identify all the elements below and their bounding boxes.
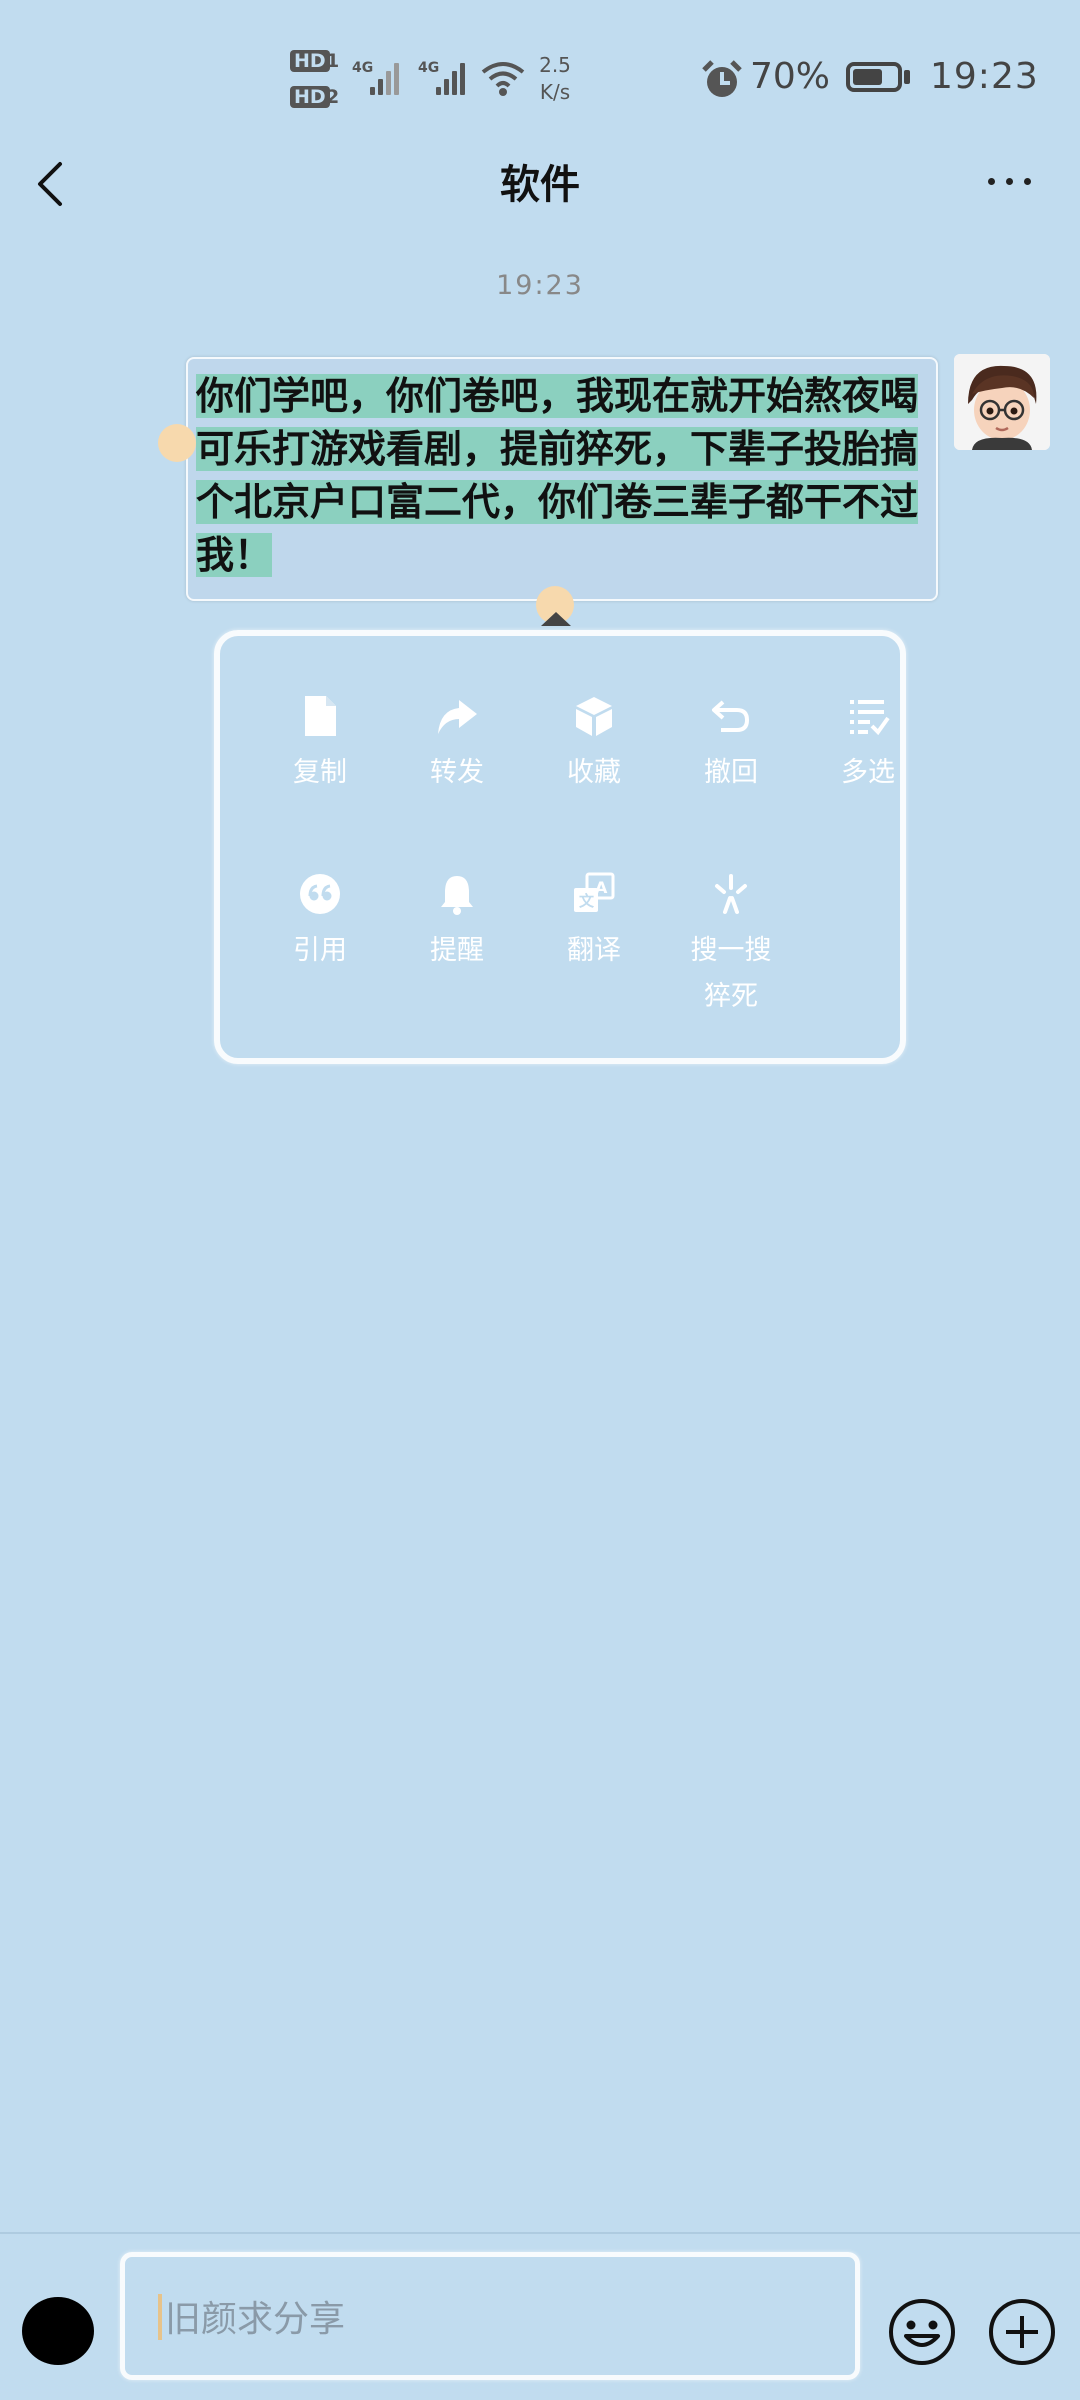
wifi-icon (481, 62, 525, 96)
text-cursor (158, 2294, 162, 2340)
menu-item-label: 多选 (841, 757, 895, 788)
menu-item-label: 提醒 (430, 935, 484, 966)
copy-icon (305, 696, 336, 736)
avatar[interactable] (954, 354, 1050, 450)
battery-tip (904, 70, 910, 84)
menu-item-label: 撤回 (704, 757, 758, 788)
message-text[interactable]: 你们学吧，你们卷吧，我现在就开始熬夜喝可乐打游戏看剧，提前猝死，下辈子投胎搞个北… (196, 370, 926, 582)
input-divider (0, 2232, 1080, 2234)
status-bar: HD 1 HD 2 4G 4G 2.5 K/s 70% 19:23 (0, 0, 1080, 150)
menu-item-forward[interactable]: 转发 (397, 694, 517, 796)
menu-item-copy[interactable]: 复制 (260, 694, 380, 796)
status-time: 19:23 (930, 56, 1039, 97)
network-speed: 2.5 K/s (539, 53, 571, 104)
plus-circle-icon (989, 2299, 1055, 2365)
more-dot (988, 178, 995, 185)
emoji-button[interactable] (886, 2296, 958, 2368)
more-dot (1024, 178, 1031, 185)
menu-item-multiselect[interactable]: 多选 (808, 694, 928, 796)
menu-item-label: 转发 (430, 757, 484, 788)
battery-percent: 70% (750, 56, 831, 97)
sim2-index: 2 (326, 86, 340, 108)
signal-strength-2-icon (436, 55, 476, 95)
page-title: 软件 (500, 162, 580, 208)
menu-item-label: 收藏 (567, 757, 621, 788)
menu-item-search[interactable]: 搜一搜 猝死 (671, 872, 791, 1020)
avatar-image (954, 354, 1050, 450)
smiley-icon (889, 2299, 955, 2365)
chat-time-divider: 19:23 (496, 270, 584, 301)
quote-icon (300, 874, 340, 914)
input-placeholder: 旧颜求分享 (165, 2299, 346, 2340)
menu-item-translate[interactable]: A 文 翻译 (534, 872, 654, 974)
message-input[interactable]: 旧颜求分享 (120, 2252, 860, 2380)
more-dot (1006, 178, 1013, 185)
favorite-cube-icon (576, 697, 612, 736)
search-spark-icon (715, 874, 747, 914)
menu-item-quote[interactable]: 引用 (260, 872, 380, 974)
menu-item-label: 复制 (293, 757, 347, 788)
alarm-icon (702, 60, 742, 97)
menu-item-recall[interactable]: 撤回 (671, 694, 791, 796)
menu-item-remind[interactable]: 提醒 (397, 872, 517, 974)
battery-level-fill (853, 69, 882, 85)
search-label: 搜一搜 (690, 935, 772, 966)
selection-start-handle[interactable] (158, 424, 196, 462)
translate-icon: A 文 (574, 872, 615, 912)
svg-text:文: 文 (579, 892, 595, 910)
search-keyword: 猝死 (704, 981, 758, 1012)
sim1-hd-badge: HD (290, 50, 330, 72)
menu-item-label: 搜一搜 猝死 (671, 928, 791, 1020)
selected-text: 你们学吧，你们卷吧，我现在就开始熬夜喝可乐打游戏看剧，提前猝死，下辈子投胎搞个北… (196, 374, 919, 577)
menu-item-label: 引用 (293, 935, 347, 966)
multiselect-icon (850, 700, 890, 736)
sim1-index: 1 (326, 50, 340, 72)
more-actions-button[interactable] (986, 2296, 1058, 2368)
more-options-button[interactable] (980, 160, 1040, 200)
menu-item-label: 翻译 (567, 935, 621, 966)
battery-icon (846, 62, 902, 92)
menu-pointer-arrow (541, 612, 571, 626)
bell-icon (441, 876, 473, 915)
menu-item-favorite[interactable]: 收藏 (534, 694, 654, 796)
context-menu: 复制 转发 收藏 撤回 多选 引用 提醒 A 文 翻译 搜一搜 猝死 (214, 630, 906, 1064)
forward-icon (438, 700, 477, 734)
recall-icon (712, 700, 750, 732)
sim2-hd-badge: HD (290, 86, 330, 108)
voice-button[interactable] (22, 2297, 94, 2365)
signal-strength-1-icon (370, 55, 410, 95)
